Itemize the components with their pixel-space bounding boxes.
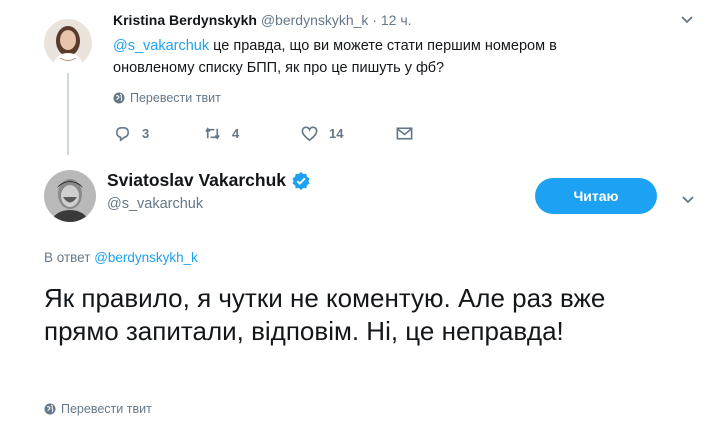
parent-tweet-header: Kristina Berdynskykh @berdynskykh_k · 12… [113, 12, 412, 28]
avatar[interactable] [44, 19, 92, 67]
translate-link[interactable]: Перевести твит [44, 402, 152, 416]
envelope-icon [396, 127, 413, 140]
retweet-button[interactable]: 4 [203, 124, 239, 143]
main-tweet-text: Як правило, я чутки не коментую. Але раз… [44, 283, 606, 346]
globe-icon [44, 403, 56, 415]
reply-icon [115, 126, 130, 142]
reply-count: 3 [142, 126, 150, 141]
dm-button[interactable] [395, 124, 414, 143]
author-name[interactable]: Kristina Berdynskykh [113, 12, 257, 28]
globe-icon [113, 92, 125, 104]
verified-badge-icon [292, 171, 310, 190]
reply-button[interactable]: 3 [113, 124, 149, 143]
mention-link[interactable]: @s_vakarchuk [113, 38, 209, 54]
main-tweet-header: Sviatoslav Vakarchuk @s_vakarchuk [107, 170, 311, 212]
retweet-icon [205, 127, 220, 140]
like-count: 14 [329, 126, 344, 141]
following-button[interactable]: Читаю [535, 178, 657, 214]
tweet-time[interactable]: 12 ч. [381, 12, 412, 28]
translate-label: Перевести твит [61, 402, 152, 416]
avatar[interactable] [44, 170, 96, 222]
chevron-down-icon[interactable] [681, 192, 695, 208]
translate-label: Перевести твит [130, 91, 221, 105]
chevron-down-icon[interactable] [680, 12, 694, 28]
parent-tweet[interactable]: Kristina Berdynskykh @berdynskykh_k · 12… [0, 0, 720, 160]
translate-link[interactable]: Перевести твит [113, 91, 221, 105]
author-handle[interactable]: @berdynskykh_k [261, 12, 369, 28]
parent-tweet-text: @s_vakarchuk це правда, що ви можете ста… [113, 35, 633, 79]
reply-to-prefix: В ответ [44, 250, 91, 265]
author-name-row[interactable]: Sviatoslav Vakarchuk [107, 170, 311, 191]
author-handle[interactable]: @s_vakarchuk [107, 196, 311, 212]
thread-line [67, 73, 69, 155]
separator-dot: · [372, 12, 377, 28]
heart-icon [301, 126, 318, 142]
reply-context: В ответ @berdynskykh_k [44, 250, 198, 265]
author-name[interactable]: Sviatoslav Vakarchuk [107, 170, 286, 191]
retweet-count: 4 [232, 126, 240, 141]
reply-to-handle[interactable]: @berdynskykh_k [94, 250, 198, 265]
like-button[interactable]: 14 [300, 124, 343, 143]
